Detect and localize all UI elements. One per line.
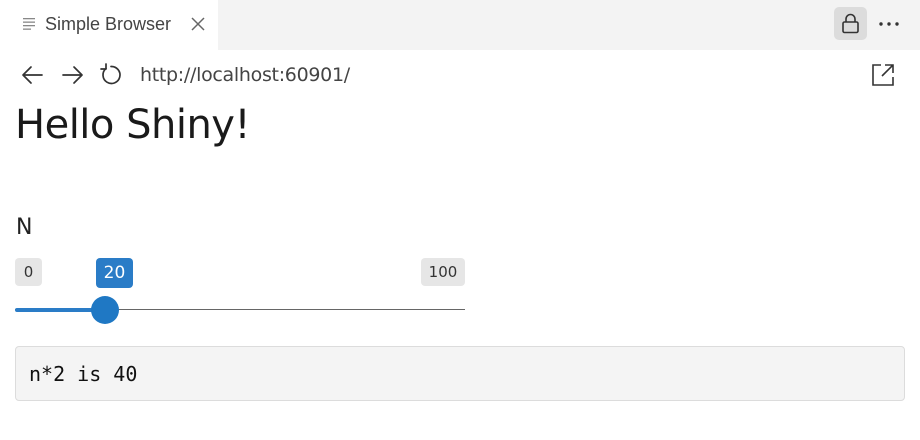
page-title: Hello Shiny! — [15, 102, 251, 148]
tab-simple-browser[interactable]: Simple Browser — [0, 0, 218, 50]
lock-button[interactable] — [834, 7, 867, 40]
lock-icon — [842, 13, 859, 34]
url-field[interactable]: http://localhost:60901/ — [140, 64, 350, 86]
slider-min-label: 0 — [15, 258, 42, 286]
page-content: Hello Shiny! N 0 20 100 n*2 is 40 — [0, 100, 920, 440]
open-external-icon[interactable] — [870, 62, 896, 88]
ellipsis-icon[interactable] — [876, 12, 902, 38]
arrow-left-icon[interactable] — [20, 62, 46, 88]
output-text: n*2 is 40 — [29, 362, 138, 386]
slider-value-label: 20 — [96, 258, 133, 288]
slider-label: N — [16, 215, 33, 240]
arrow-right-icon[interactable] — [59, 62, 85, 88]
title-bar: Simple Browser — [0, 0, 920, 50]
document-lines-icon — [23, 18, 35, 30]
navigation-bar: http://localhost:60901/ — [0, 50, 920, 100]
slider-handle[interactable] — [91, 296, 119, 324]
slider-max-label: 100 — [421, 258, 465, 286]
output-box: n*2 is 40 — [15, 346, 905, 401]
close-icon[interactable] — [189, 15, 207, 33]
reload-icon[interactable] — [98, 62, 124, 88]
tab-label: Simple Browser — [45, 14, 172, 34]
